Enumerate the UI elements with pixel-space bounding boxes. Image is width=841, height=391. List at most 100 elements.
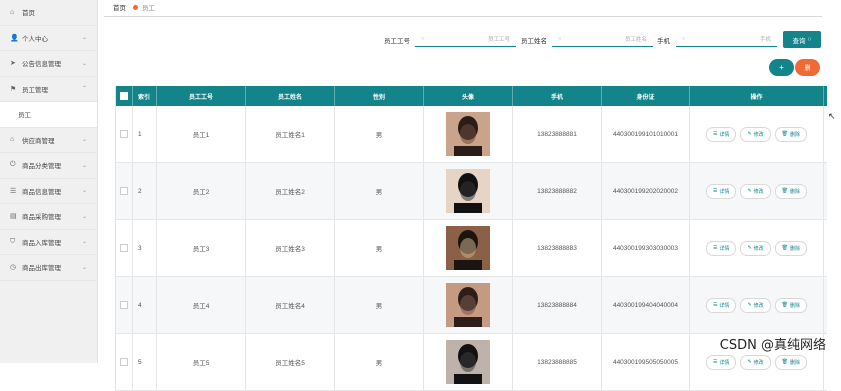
chevron-up-icon: ⌃	[81, 86, 87, 93]
sidebar-item-label: 员工管理	[22, 86, 48, 94]
cell-no: 员工1	[157, 106, 246, 162]
table-header: 索引 员工工号 员工姓名 性别 头像 手机 身份证 操作	[116, 86, 827, 106]
column-header: 性别	[335, 86, 424, 106]
detail-label: 详情	[719, 245, 730, 252]
cell-avatar	[424, 334, 513, 390]
detail-button[interactable]: ☰ 详情	[705, 240, 737, 256]
cell-gender: 男	[335, 106, 424, 162]
edit-button[interactable]: ✎ 修改	[740, 297, 771, 313]
delete-label: 删除	[790, 245, 801, 252]
delete-button[interactable]: 🗑 删除	[774, 297, 808, 313]
row-select-cell	[116, 163, 133, 219]
edit-label: 修改	[753, 302, 764, 309]
sidebar-item-label: 商品信息管理	[22, 188, 61, 196]
edit-button[interactable]: ✎ 修改	[740, 354, 771, 370]
row-actions: ☰ 详情 ✎ 修改 🗑 删除	[705, 354, 808, 370]
detail-button[interactable]: ☰ 详情	[705, 183, 737, 199]
edit-icon: ✎	[747, 302, 752, 308]
sidebar-item-8[interactable]: ▤ 商品采购管理 ⌄	[0, 204, 97, 230]
query-button[interactable]: 查询 ○	[783, 31, 821, 48]
column-header: 索引	[133, 86, 157, 106]
send-icon: ➤	[10, 60, 16, 68]
edit-label: 修改	[753, 245, 764, 252]
sidebar: ⌂ 首页 👤 个人中心 ⌄ ➤ 公告信息管理 ⌄ ⚑ 员工管理 ⌃ 员工 ⌂ 供应商管理 ⌄ ⏻ 商品分类管理 ⌄…	[0, 0, 98, 363]
edit-label: 修改	[753, 359, 764, 366]
sidebar-item-2[interactable]: ➤ 公告信息管理 ⌄	[0, 51, 97, 77]
row-checkbox[interactable]	[120, 358, 128, 366]
column-header: 头像	[424, 86, 513, 106]
delete-button[interactable]: 删	[795, 59, 820, 76]
row-actions: ☰ 详情 ✎ 修改 🗑 删除	[705, 183, 808, 199]
sidebar-item-5[interactable]: ⌂ 供应商管理 ⌄	[0, 128, 97, 153]
detail-button[interactable]: ☰ 详情	[705, 297, 737, 313]
delete-label: 删除	[790, 131, 801, 138]
emp-no-input[interactable]: ○ 员工工号	[415, 32, 516, 47]
cell-phone: 13823888882	[513, 163, 602, 219]
cell-actions: ☰ 详情 ✎ 修改 🗑 删除	[690, 277, 824, 333]
sidebar-item-4[interactable]: 员工	[0, 102, 97, 128]
delete-button[interactable]: 🗑 删除	[774, 126, 808, 142]
emp-no-placeholder: 员工工号	[487, 37, 510, 43]
sidebar-item-9[interactable]: ⛉ 商品入库管理 ⌄	[0, 230, 97, 255]
cell-name: 员工姓名2	[246, 163, 335, 219]
delete-button[interactable]: 🗑 删除	[774, 354, 808, 370]
shield-icon: ⛉	[10, 237, 16, 245]
sidebar-item-7[interactable]: ☰ 商品信息管理 ⌄	[0, 179, 97, 204]
detail-button[interactable]: ☰ 详情	[705, 126, 737, 142]
cell-avatar	[424, 163, 513, 219]
cell-no: 员工3	[157, 220, 246, 276]
sidebar-item-0[interactable]: ⌂ 首页	[0, 0, 97, 26]
sidebar-item-10[interactable]: ◷ 商品出库管理 ⌄	[0, 255, 97, 281]
breadcrumb-current: 员工	[142, 5, 155, 12]
sidebar-item-label: 首页	[22, 10, 35, 18]
search-icon: ○	[807, 36, 812, 43]
edit-button[interactable]: ✎ 修改	[740, 126, 771, 142]
cell-idx: 1	[133, 106, 157, 162]
chevron-down-icon: ⌄	[81, 60, 87, 67]
cell-id: 440300199202020002	[602, 163, 690, 219]
table-row: 2 员工2 员工姓名2 男 13823888882 440300199202020002 ☰…	[116, 163, 827, 220]
column-header: 身份证	[602, 86, 690, 106]
delete-button[interactable]: 🗑 删除	[774, 183, 808, 199]
trash-icon: 🗑	[781, 302, 789, 308]
cell-id: 440300199404040004	[602, 277, 690, 333]
cell-no: 员工2	[157, 163, 246, 219]
trash-icon: 🗑	[781, 359, 789, 365]
cell-actions: ☰ 详情 ✎ 修改 🗑 删除	[690, 220, 824, 276]
column-header: 员工姓名	[246, 86, 335, 106]
detail-icon: ☰	[712, 245, 718, 251]
detail-icon: ☰	[712, 188, 718, 194]
cell-avatar	[424, 220, 513, 276]
cell-idx: 5	[133, 334, 157, 390]
sidebar-item-3[interactable]: ⚑ 员工管理 ⌃	[0, 77, 97, 102]
delete-button[interactable]: 🗑 删除	[774, 240, 808, 256]
detail-label: 详情	[719, 359, 730, 366]
detail-icon: ☰	[712, 302, 718, 308]
row-checkbox[interactable]	[120, 244, 128, 252]
avatar	[446, 226, 490, 270]
detail-label: 详情	[719, 302, 730, 309]
chevron-down-icon: ⌄	[81, 213, 87, 220]
detail-button[interactable]: ☰ 详情	[705, 354, 737, 370]
box-icon: ▤	[10, 213, 17, 221]
select-all-checkbox[interactable]	[120, 92, 128, 100]
cell-name: 员工姓名4	[246, 277, 335, 333]
sidebar-item-6[interactable]: ⏻ 商品分类管理 ⌄	[0, 153, 97, 179]
row-checkbox[interactable]	[120, 130, 128, 138]
cell-idx: 2	[133, 163, 157, 219]
row-checkbox[interactable]	[120, 187, 128, 195]
column-header: 手机	[513, 86, 602, 106]
edit-button[interactable]: ✎ 修改	[740, 240, 771, 256]
row-checkbox[interactable]	[120, 301, 128, 309]
edit-button[interactable]: ✎ 修改	[740, 183, 771, 199]
main-content: 首页 员工 员工工号 ○ 员工工号 员工姓名 ○ 员工姓名 手机 ○ 手机 查询…	[98, 0, 841, 391]
chevron-down-icon: ⌄	[81, 137, 87, 144]
edit-icon: ✎	[747, 359, 752, 365]
sidebar-item-label: 个人中心	[22, 35, 48, 43]
sidebar-item-1[interactable]: 👤 个人中心 ⌄	[0, 26, 97, 51]
emp-name-input[interactable]: ○ 员工姓名	[552, 32, 653, 47]
add-button[interactable]: +	[769, 59, 794, 76]
phone-input[interactable]: ○ 手机	[676, 32, 777, 47]
trash-icon: 🗑	[781, 188, 789, 194]
breadcrumb-home[interactable]: 首页	[113, 2, 126, 12]
